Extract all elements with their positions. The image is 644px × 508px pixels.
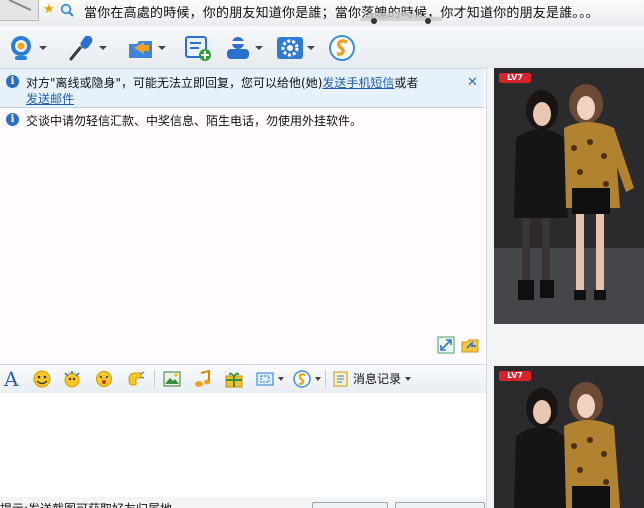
- create-group-icon: [185, 36, 211, 61]
- video-call-button[interactable]: [8, 33, 47, 63]
- create-group-button[interactable]: [184, 33, 212, 63]
- send-button[interactable]: [395, 502, 485, 508]
- security-warning: 交谈中请勿轻信汇款、中奖信息、陌生电话，勿使用外挂软件。: [26, 114, 363, 128]
- offline-notice-line2: 发送邮件: [26, 90, 74, 107]
- voice-call-button[interactable]: [68, 33, 107, 63]
- info-icon: i: [6, 75, 19, 88]
- my-show-image[interactable]: LV7: [494, 366, 644, 508]
- message-history-icon: [333, 371, 348, 386]
- my-show-picture: [494, 366, 644, 508]
- file-transfer-button[interactable]: [127, 33, 166, 63]
- soso-button[interactable]: [328, 33, 356, 63]
- voice-call-icon: [69, 35, 93, 61]
- transfer-file-icon[interactable]: [460, 336, 480, 354]
- friend-show-picture: [494, 68, 644, 324]
- avatar[interactable]: [0, 0, 39, 21]
- app-settings-icon: [277, 37, 303, 59]
- voice-message-icon[interactable]: [126, 370, 146, 388]
- bottom-bar: 提示:发送截图可获取好友归属地: [0, 497, 486, 508]
- level-badge: LV7: [499, 73, 531, 83]
- app-settings-button[interactable]: [276, 33, 315, 63]
- message-history-label: 消息记录: [353, 372, 402, 386]
- file-transfer-icon: [129, 41, 152, 58]
- input-toolbar: A 消息记录: [0, 364, 486, 394]
- offline-notice-text: 对方"离线或隐身"，可能无法立即回复，您可以给他(她): [26, 76, 323, 90]
- close-button[interactable]: [312, 502, 388, 508]
- offline-notice-bar: i 对方"离线或隐身"，可能无法立即回复，您可以给他(她)发送手机短信或者 发送…: [0, 69, 484, 108]
- level-badge: LV7: [499, 371, 531, 381]
- soso-icon: [329, 35, 355, 61]
- magic-emoticon-icon[interactable]: [62, 370, 82, 388]
- font-icon[interactable]: A: [4, 367, 18, 391]
- emoticon-icon[interactable]: [32, 370, 52, 388]
- or-text: 或者: [394, 76, 419, 90]
- shake-window-icon[interactable]: [94, 370, 114, 388]
- remote-assist-icon: [227, 37, 249, 59]
- send-sms-link[interactable]: 发送手机短信: [322, 76, 394, 90]
- soso-dropdown-icon[interactable]: [315, 377, 321, 381]
- close-notice-icon[interactable]: ✕: [467, 75, 478, 90]
- title-strip: ★ 當你在高處的時候，你的朋友知道你是誰；當你落魄的時候，你才知道你的朋友是誰。…: [0, 0, 644, 26]
- video-call-icon: [11, 36, 31, 60]
- star-icon[interactable]: ★: [43, 3, 57, 17]
- gift-icon[interactable]: [224, 370, 244, 388]
- bottom-hint: 提示:发送截图可获取好友归属地: [0, 500, 172, 508]
- car-decoration-icon: [360, 12, 442, 24]
- send-image-icon[interactable]: [162, 370, 182, 388]
- screenshot-dropdown-icon[interactable]: [278, 377, 284, 381]
- chat-message-area[interactable]: [0, 108, 486, 364]
- magnifier-icon[interactable]: [60, 3, 74, 17]
- security-info-icon: i: [6, 113, 19, 126]
- personal-signature: 當你在高處的時候，你的朋友知道你是誰；當你落魄的時候，你才知道你的朋友是誰。。。: [84, 6, 600, 21]
- history-dropdown-icon: [405, 376, 412, 381]
- remote-assist-button[interactable]: [224, 33, 263, 63]
- offline-notice-line1: 对方"离线或隐身"，可能无法立即回复，您可以给他(她)发送手机短信或者: [26, 74, 418, 91]
- friend-show-image[interactable]: LV7: [494, 68, 644, 324]
- message-input[interactable]: [0, 393, 486, 497]
- expand-window-icon[interactable]: [437, 336, 455, 354]
- soso-search-icon[interactable]: [292, 370, 312, 388]
- message-history-button[interactable]: 消息记录: [333, 370, 412, 387]
- separator: [325, 370, 326, 388]
- separator: [154, 370, 155, 388]
- send-email-link[interactable]: 发送邮件: [26, 92, 74, 106]
- chat-toolbar: [0, 26, 644, 69]
- music-icon[interactable]: [193, 370, 213, 388]
- screenshot-icon[interactable]: [255, 370, 275, 388]
